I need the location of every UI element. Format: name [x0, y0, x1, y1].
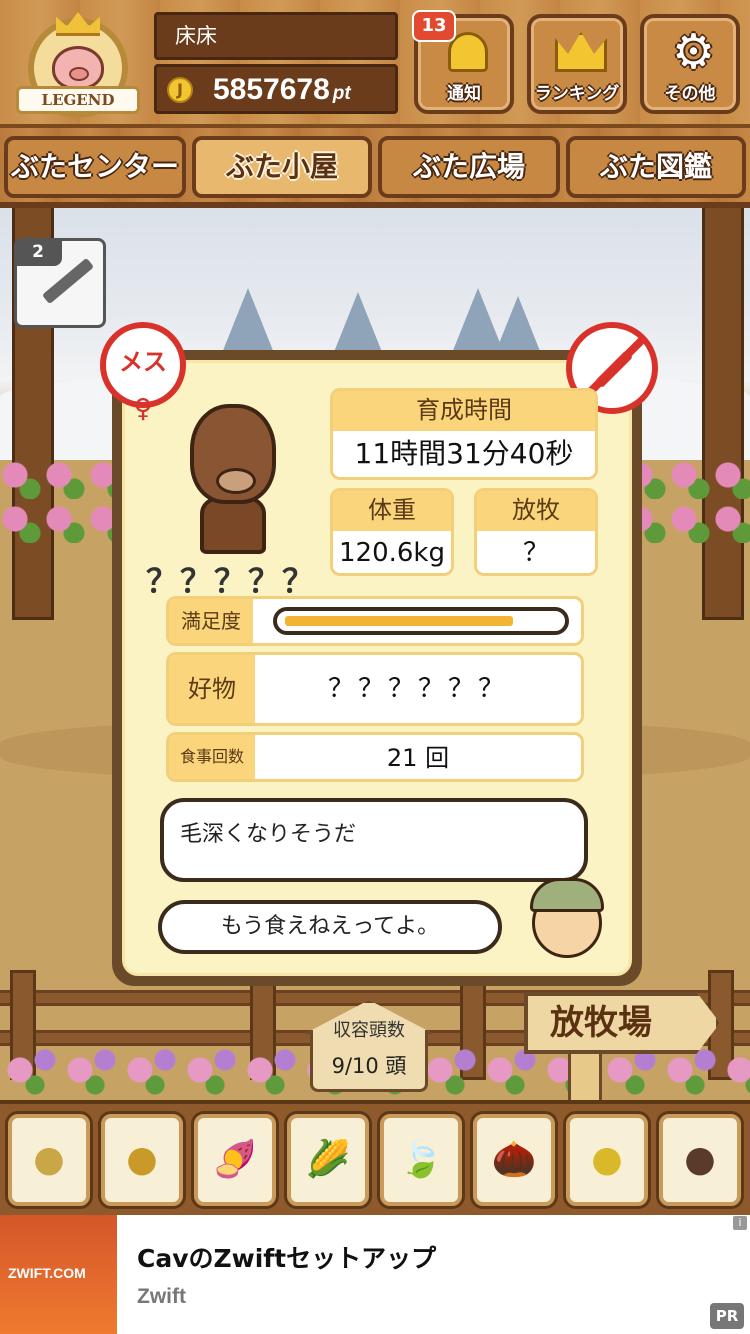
- legend-label: LEGEND: [16, 86, 140, 114]
- ad-advertiser: Zwift: [137, 1285, 186, 1308]
- leaf-nuts-icon: 🍃: [398, 1139, 444, 1180]
- farmer-speech-bubble: もう食えねえってよ。: [158, 900, 502, 954]
- capacity-sign: 収容頭数 9/10 頭: [304, 1000, 434, 1092]
- raise-time-label: 育成時間: [333, 391, 595, 431]
- main-tabs: ぶたセンター ぶた小屋 ぶた広場 ぶた図鑑: [0, 128, 750, 208]
- gear-icon: ⚙: [672, 24, 716, 80]
- crown-icon: [555, 32, 607, 72]
- capacity-label: 収容頭数: [333, 1020, 405, 1041]
- gender-label: メス: [119, 348, 167, 376]
- grain-pile-icon: ●: [126, 1139, 158, 1180]
- grain-plate-icon: ●: [591, 1139, 623, 1180]
- meals-row: 食事回数 21 回: [166, 732, 584, 782]
- tab-buta-koya[interactable]: ぶた小屋: [192, 136, 372, 198]
- notification-button[interactable]: 13 通知: [412, 10, 514, 114]
- soybean-pile-icon: ●: [33, 1139, 65, 1180]
- weight-value: 120.6kg: [339, 538, 445, 568]
- tab-buta-center[interactable]: ぶたセンター: [4, 136, 186, 198]
- ad-banner[interactable]: ZWIFT.COM CavのZwiftセットアップ Zwift i PR: [0, 1215, 750, 1334]
- notification-label: 通知: [447, 84, 481, 104]
- pasture-sign-button[interactable]: 放牧場: [524, 992, 720, 1054]
- player-name: 床床: [154, 12, 398, 60]
- satisfaction-row: 満足度: [166, 596, 584, 646]
- pig-status-message: 毛深くなりそうだ: [180, 822, 357, 847]
- coin-icon: J: [167, 77, 193, 103]
- feed-slot-5[interactable]: 🍃: [380, 1114, 462, 1206]
- raise-time-box: 育成時間 11時間31分40秒: [330, 388, 598, 480]
- feed-bar: ● ● 🍠 🌽 🍃 🌰 ● ●: [0, 1100, 750, 1215]
- farmer-avatar-icon: [524, 874, 610, 960]
- points-display: J 5857678 pt: [154, 64, 398, 114]
- ad-title: CavのZwiftセットアップ: [137, 1244, 437, 1273]
- meals-label: 食事回数: [169, 735, 255, 779]
- feed-slot-1[interactable]: ●: [8, 1114, 90, 1206]
- notification-badge: 13: [412, 10, 456, 42]
- satisfaction-bar: [273, 607, 569, 635]
- top-header: LEGEND 床床 J 5857678 pt 13 通知 ランキング ⚙ その他: [0, 0, 750, 128]
- sweet-potato-icon: 🍠: [212, 1139, 258, 1180]
- corn-icon: 🌽: [305, 1139, 351, 1180]
- feed-slot-4[interactable]: 🌽: [287, 1114, 369, 1206]
- raise-time-value: 11時間31分40秒: [354, 437, 574, 470]
- farmer-message: もう食えねえってよ。: [220, 914, 440, 939]
- points-unit: pt: [332, 83, 351, 104]
- dark-balls-plate-icon: ●: [684, 1139, 716, 1180]
- favorite-value: ？？？？？？: [327, 674, 508, 704]
- pig-face-icon: [52, 46, 104, 90]
- feed-slot-6[interactable]: 🌰: [473, 1114, 555, 1206]
- feed-slot-2[interactable]: ●: [101, 1114, 183, 1206]
- acorn-icon: 🌰: [491, 1139, 537, 1180]
- female-symbol-icon: ♀: [133, 394, 153, 424]
- satisfaction-label: 満足度: [169, 599, 253, 643]
- pig-status-bubble: 毛深くなりそうだ: [160, 798, 588, 882]
- legend-rank-badge[interactable]: LEGEND: [16, 8, 140, 120]
- ranking-button[interactable]: ランキング: [527, 14, 627, 114]
- graze-value: ？: [522, 538, 549, 568]
- feed-slot-8[interactable]: ●: [659, 1114, 741, 1206]
- crown-icon: [56, 12, 100, 36]
- boar-portrait: [178, 404, 288, 554]
- favorite-label: 好物: [169, 655, 255, 723]
- other-label: その他: [664, 84, 716, 104]
- feed-slot-3[interactable]: 🍠: [194, 1114, 276, 1206]
- syringe-count: 2: [14, 238, 62, 266]
- feed-slot-7[interactable]: ●: [566, 1114, 648, 1206]
- ad-image: ZWIFT.COM: [0, 1215, 117, 1334]
- syringe-item-button[interactable]: 2: [14, 238, 106, 328]
- graze-box: 放牧 ？: [474, 488, 598, 576]
- other-button[interactable]: ⚙ その他: [640, 14, 740, 114]
- ad-info-icon[interactable]: i: [733, 1216, 747, 1230]
- weight-box: 体重 120.6kg: [330, 488, 454, 576]
- satisfaction-bar-fill: [285, 616, 513, 626]
- weight-label: 体重: [333, 491, 451, 531]
- tab-buta-zukan[interactable]: ぶた図鑑: [566, 136, 746, 198]
- ad-image-text: ZWIFT.COM: [8, 1265, 86, 1281]
- favorite-row: 好物 ？？？？？？: [166, 652, 584, 726]
- capacity-value: 9/10 頭: [331, 1054, 407, 1078]
- points-value: 5857678: [213, 73, 330, 106]
- meals-value: 21 回: [386, 744, 450, 772]
- ranking-label: ランキング: [534, 84, 620, 104]
- ad-pr-label: PR: [710, 1303, 744, 1329]
- tab-buta-hiroba[interactable]: ぶた広場: [378, 136, 560, 198]
- graze-label: 放牧: [477, 491, 595, 531]
